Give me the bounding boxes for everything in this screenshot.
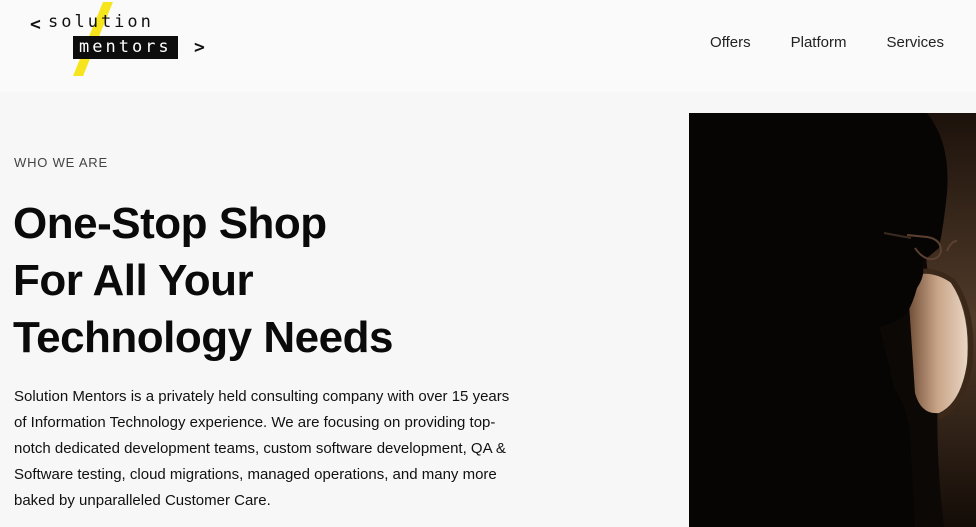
hero-photo-man-silhouette-at-window	[689, 113, 976, 527]
headline-line-1: One-Stop Shop	[13, 199, 327, 248]
headline-line-3: Technology Needs	[13, 313, 393, 362]
main-nav: Offers Platform Services	[710, 34, 944, 51]
nav-platform[interactable]: Platform	[791, 34, 847, 51]
logo-right-chevron-icon: >	[194, 37, 205, 58]
solution-mentors-logo[interactable]: < solution mentors >	[30, 2, 210, 76]
section-eyebrow: WHO WE ARE	[14, 155, 108, 170]
nav-services[interactable]: Services	[886, 34, 944, 51]
nav-offers[interactable]: Offers	[710, 34, 751, 51]
hero-headline: One-Stop Shop For All Your Technology Ne…	[13, 195, 393, 366]
hero-photo-illustration	[689, 113, 976, 527]
hero-description: Solution Mentors is a privately held con…	[14, 388, 510, 509]
site-header: < solution mentors > Offers Platform Ser…	[0, 0, 976, 92]
logo-word-solution: solution	[48, 12, 154, 32]
logo-left-chevron-icon: <	[30, 14, 41, 35]
headline-line-2: For All Your	[13, 256, 254, 305]
logo-word-mentors: mentors	[73, 36, 178, 59]
